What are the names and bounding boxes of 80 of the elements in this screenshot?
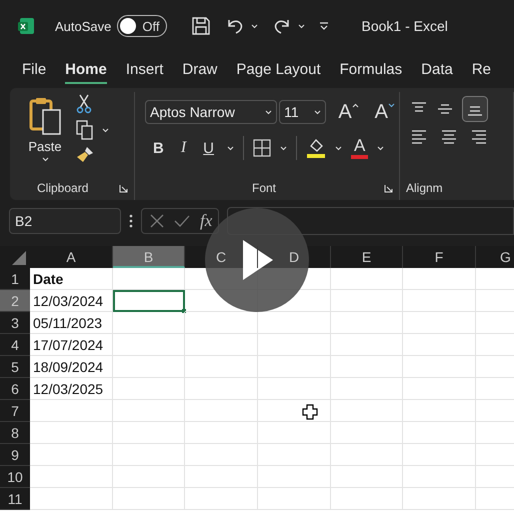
row-header[interactable]: 9 <box>0 444 30 466</box>
caret-icon[interactable] <box>102 128 109 132</box>
group-label: Font <box>252 181 276 195</box>
save-icon[interactable] <box>191 16 212 36</box>
ribbon-tab[interactable]: Re <box>472 56 492 84</box>
align-center-icon[interactable] <box>440 130 458 144</box>
table-cell[interactable]: Date <box>30 268 113 290</box>
column-header[interactable]: G <box>476 246 514 268</box>
table-cell[interactable]: 12/03/2024 <box>30 290 113 312</box>
spreadsheet-logo-icon <box>17 17 35 35</box>
align-right-icon[interactable] <box>470 130 488 144</box>
shrink-font-button[interactable]: A <box>370 100 399 124</box>
ribbon-tab[interactable]: Data <box>421 56 453 84</box>
row-header[interactable]: 11 <box>0 488 30 510</box>
column-header[interactable]: B <box>113 246 185 268</box>
caret-icon[interactable] <box>265 110 272 114</box>
font-size-dropdown[interactable]: 11 <box>279 100 326 124</box>
group-label: Alignm <box>406 181 443 195</box>
font-color-button[interactable]: A <box>351 137 368 159</box>
row-header[interactable]: 10 <box>0 466 30 488</box>
caret-icon[interactable] <box>227 146 234 150</box>
align-left-icon[interactable] <box>410 130 428 144</box>
row-header[interactable]: 6 <box>0 378 30 400</box>
window-title: Book1 - Excel <box>361 18 448 34</box>
caret-icon[interactable] <box>251 24 258 28</box>
italic-button[interactable]: I <box>176 139 190 157</box>
align-middle-icon[interactable] <box>436 102 454 116</box>
cancel-icon[interactable] <box>150 214 164 228</box>
ribbon-tab[interactable]: Formulas <box>340 56 402 84</box>
row-header[interactable]: 1 <box>0 268 30 290</box>
cut-icon[interactable] <box>76 94 92 114</box>
fill-handle[interactable] <box>182 309 186 313</box>
ribbon-tab[interactable]: Draw <box>182 56 218 84</box>
ribbon-tab[interactable]: Home <box>65 56 107 84</box>
caret-icon[interactable] <box>42 157 48 162</box>
caret-icon[interactable] <box>377 146 384 150</box>
table-cell[interactable] <box>113 290 185 312</box>
ribbon-tab[interactable]: Insert <box>126 56 164 84</box>
row-header[interactable]: 3 <box>0 312 30 334</box>
row-header[interactable]: 5 <box>0 356 30 378</box>
name-box[interactable]: B2 <box>9 208 121 234</box>
table-cell[interactable]: 18/09/2024 <box>30 356 113 378</box>
font-name-dropdown[interactable]: Aptos Narrow <box>145 100 278 124</box>
increase-icon <box>352 102 359 108</box>
table-cell[interactable]: 05/11/2023 <box>30 312 113 334</box>
format-painter-icon[interactable] <box>76 146 94 164</box>
group-label: Clipboard <box>37 181 88 195</box>
underline-button[interactable]: U <box>199 140 218 156</box>
caret-icon[interactable] <box>335 146 342 150</box>
caret-icon[interactable] <box>280 146 288 150</box>
row-header[interactable]: 2 <box>0 290 30 312</box>
dialog-launcher-icon[interactable] <box>384 184 393 192</box>
borders-icon[interactable] <box>253 139 272 157</box>
table-cell[interactable]: 12/03/2025 <box>30 378 113 400</box>
caret-icon[interactable] <box>314 110 322 114</box>
more-icon[interactable] <box>129 214 133 228</box>
column-header[interactable]: E <box>331 246 403 268</box>
paste-icon[interactable] <box>28 96 62 136</box>
align-bottom-icon[interactable] <box>462 96 488 122</box>
bold-button[interactable]: B <box>149 140 168 156</box>
row-header[interactable]: 7 <box>0 400 30 422</box>
cross-cursor-icon <box>302 404 318 420</box>
table-cell[interactable]: 17/07/2024 <box>30 334 113 356</box>
ribbon-tab[interactable]: File <box>22 56 46 84</box>
row-header[interactable]: 4 <box>0 334 30 356</box>
ribbon-tab[interactable]: Page Layout <box>236 56 321 84</box>
paste-label[interactable]: Paste <box>28 139 62 154</box>
row-header[interactable]: 8 <box>0 422 30 444</box>
autosave-label: AutoSave <box>55 18 112 34</box>
insert-function-button[interactable]: fx <box>200 211 212 231</box>
decrease-icon <box>388 102 395 108</box>
copy-icon[interactable] <box>76 120 94 140</box>
caret-icon[interactable] <box>298 24 306 28</box>
autosave-toggle[interactable]: Off <box>117 15 168 37</box>
check-icon[interactable] <box>174 215 190 227</box>
dialog-launcher-icon[interactable] <box>119 184 128 192</box>
fill-color-icon[interactable] <box>306 137 326 159</box>
column-header[interactable]: F <box>403 246 476 268</box>
customize-icon[interactable] <box>319 22 330 30</box>
grow-font-button[interactable]: A <box>334 100 363 124</box>
